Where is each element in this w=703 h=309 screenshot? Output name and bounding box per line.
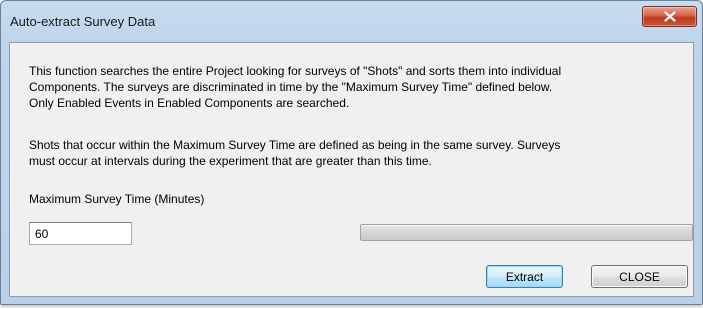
- description-line: Components. The surveys are discriminate…: [29, 80, 553, 94]
- max-survey-time-label: Maximum Survey Time (Minutes): [29, 192, 205, 206]
- dialog-window: Auto-extract Survey Data This function s…: [0, 0, 703, 305]
- progress-bar: [360, 224, 693, 241]
- description-line: This function searches the entire Projec…: [29, 64, 562, 78]
- description-line: must occur at intervals during the exper…: [29, 154, 432, 168]
- extract-button[interactable]: Extract: [486, 265, 563, 288]
- dialog-body: This function searches the entire Projec…: [9, 42, 694, 297]
- close-button[interactable]: CLOSE: [591, 265, 688, 288]
- description-paragraph-2: Shots that occur within the Maximum Surv…: [29, 137, 560, 169]
- close-x-icon: [663, 11, 676, 22]
- description-paragraph-1: This function searches the entire Projec…: [29, 63, 561, 111]
- dialog-title: Auto-extract Survey Data: [10, 14, 156, 29]
- window-close-button[interactable]: [642, 6, 697, 27]
- title-bar[interactable]: Auto-extract Survey Data: [1, 1, 702, 41]
- description-line: Shots that occur within the Maximum Surv…: [29, 138, 561, 152]
- description-line: Only Enabled Events in Enabled Component…: [29, 96, 350, 110]
- max-survey-time-input[interactable]: [29, 222, 132, 245]
